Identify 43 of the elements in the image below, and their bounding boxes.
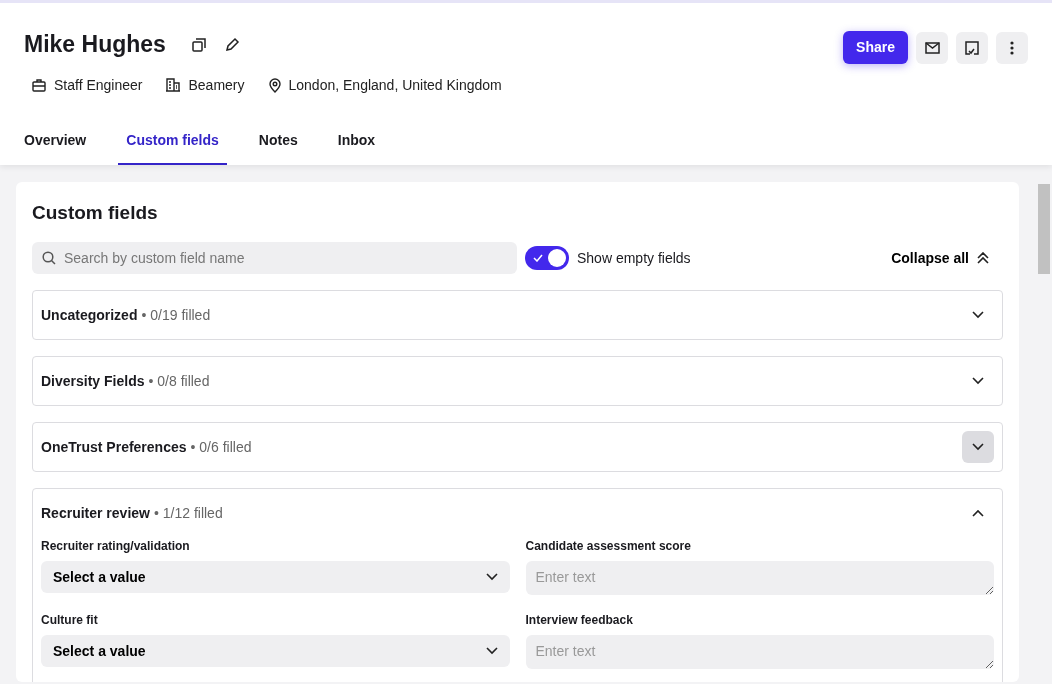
- share-button[interactable]: Share: [843, 31, 908, 64]
- field-label: Recruiter rating/validation: [41, 538, 191, 556]
- tab[interactable]: Custom fields: [118, 119, 227, 165]
- group-name: Recruiter review: [41, 503, 150, 523]
- location-pin-icon: [268, 77, 281, 93]
- edit-icon[interactable]: [223, 35, 242, 54]
- group-count: • 0/19 filled: [141, 305, 211, 325]
- chevron-down-icon: [485, 573, 498, 582]
- tab[interactable]: Inbox: [329, 119, 384, 165]
- group-count: • 0/6 filled: [190, 437, 252, 457]
- chevron-down-icon: [485, 647, 498, 656]
- detail-text: Beamery: [188, 75, 245, 95]
- detail-text: Staff Engineer: [54, 75, 143, 95]
- building-icon: [166, 78, 181, 93]
- tab[interactable]: Notes: [250, 119, 306, 165]
- text-field[interactable]: Enter text: [525, 561, 994, 596]
- group-name: Diversity Fields: [41, 371, 145, 391]
- panel-title: Custom fields: [32, 201, 159, 225]
- text-field[interactable]: Enter text: [525, 635, 994, 670]
- select-field[interactable]: Select a value: [41, 635, 510, 668]
- group-name: OneTrust Preferences: [41, 437, 187, 457]
- profile-name: Mike Hughes: [24, 31, 166, 59]
- chevron-down-icon[interactable]: [962, 431, 994, 464]
- group-count: • 0/8 filled: [148, 371, 210, 391]
- field-label: Culture fit: [41, 612, 99, 630]
- field-label: Candidate assessment score: [525, 538, 692, 556]
- toggle-switch[interactable]: [525, 246, 569, 271]
- collapse-all-button[interactable]: Collapse all: [885, 246, 995, 270]
- tab[interactable]: Overview: [16, 119, 95, 165]
- detail-text: London, England, United Kingdom: [288, 75, 502, 95]
- group-name: Uncategorized: [41, 305, 138, 325]
- copy-icon[interactable]: [189, 35, 208, 54]
- mail-icon[interactable]: [916, 31, 948, 64]
- more-icon[interactable]: [996, 31, 1028, 64]
- group-count: • 1/12 filled: [153, 503, 223, 523]
- field-label: Interview feedback: [525, 612, 634, 630]
- search-field[interactable]: Search by custom field name: [32, 242, 517, 275]
- double-chevron-up-icon: [977, 252, 989, 265]
- task-icon[interactable]: [956, 31, 988, 64]
- briefcase-icon: [32, 78, 46, 92]
- check-icon: [533, 254, 543, 263]
- toggle-label: Show empty fields: [577, 248, 691, 268]
- select-field[interactable]: Select a value: [41, 561, 510, 594]
